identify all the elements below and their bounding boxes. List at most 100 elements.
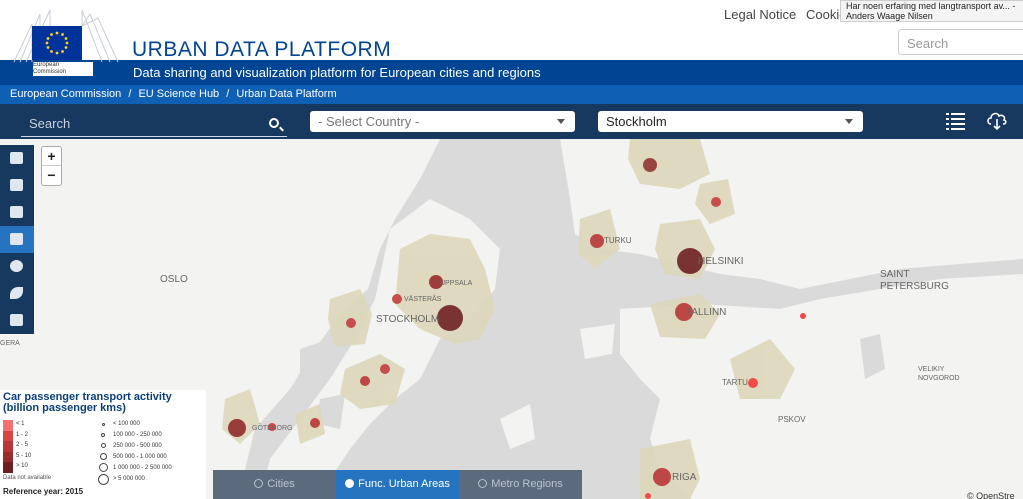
legend-color-swatch (3, 420, 13, 431)
legend-color-swatch (3, 441, 13, 452)
notification-line-1: Har noen erfaring med langtransport av..… (846, 1, 1016, 11)
legend-title: Car passenger transport activity (billio… (3, 391, 172, 414)
map-label-tallinn: TALLINN (686, 307, 726, 318)
tab-cities-label: Cities (267, 478, 295, 490)
legend-color-label: 2 - 5 (16, 442, 29, 448)
sidebar-item-documents[interactable] (0, 172, 34, 199)
city-select-value: Stockholm (606, 114, 667, 129)
country-select[interactable]: - Select Country - (310, 111, 575, 132)
eu-flag-icon (32, 26, 82, 60)
map-toolbar: Search - Select Country - Stockholm (0, 104, 1023, 139)
gear-icon (10, 260, 23, 272)
logo-label: European Commission (33, 62, 93, 76)
document-icon (10, 179, 23, 191)
site-header: European Commission URBAN DATA PLATFORM … (0, 0, 1023, 76)
legend-color-label: < 1 (16, 421, 25, 427)
legend-color-label: 5 - 10 (16, 453, 32, 459)
sidebar-item-economy[interactable] (0, 307, 34, 334)
breadcrumb-separator: / (128, 88, 132, 100)
tab-func-urban-areas-label: Func. Urban Areas (358, 478, 450, 490)
tab-cities[interactable]: Cities (213, 470, 336, 499)
map-label-uppsala: UPPSALA (440, 280, 473, 287)
map-sidebar (0, 145, 34, 334)
map-label-tartu: TARTU (722, 378, 748, 387)
map-label-pskov: PSKOV (778, 415, 806, 424)
legend-size-label: 1 000 000 - 2 500 000 (113, 465, 172, 471)
radio-icon (254, 479, 264, 488)
legend-color-swatch (3, 451, 13, 463)
notification-line-2: Anders Waage Nilsen (846, 11, 933, 21)
truck-icon (10, 233, 23, 245)
sidebar-item-data[interactable] (0, 199, 34, 226)
legend-size-dot (98, 474, 109, 485)
legend-color-swatch (3, 462, 13, 473)
map-label-novgorod: NOVGOROD (918, 375, 960, 382)
chevron-down-icon (557, 119, 565, 124)
breadcrumb: European Commission / EU Science Hub / U… (0, 85, 1023, 104)
breadcrumb-european-commission[interactable]: European Commission (10, 88, 121, 100)
legend-size-dot (101, 433, 105, 437)
legend-size-label: > 5 000 000 (113, 476, 145, 482)
legend-color-label: > 10 (16, 463, 28, 469)
legend-size-dot (102, 423, 105, 426)
search-icon[interactable] (269, 118, 279, 128)
briefcase-icon (10, 314, 23, 326)
leaf-icon (10, 287, 23, 299)
european-commission-logo[interactable]: European Commission (10, 4, 122, 82)
legend-size-label: < 100 000 (113, 421, 140, 427)
legend-size-label: 250 000 - 500 000 (113, 443, 162, 449)
site-subtitle: Data sharing and visualization platform … (133, 65, 541, 80)
city-select[interactable]: Stockholm (598, 111, 863, 132)
sidebar-item-population[interactable] (0, 145, 34, 172)
legend-color-swatch (3, 430, 13, 442)
map-label-vasteras: VÄSTERÅS (404, 294, 442, 303)
site-title[interactable]: URBAN DATA PLATFORM (132, 38, 391, 62)
map-label-saint: SAINT (880, 269, 909, 280)
tab-metro-regions[interactable]: Metro Regions (459, 470, 582, 499)
legend-size-dot (101, 443, 106, 448)
zoom-in-button[interactable]: + (42, 147, 61, 166)
map-label-stockholm: STOCKHOLM (376, 314, 439, 325)
sidebar-item-environment[interactable] (0, 280, 34, 307)
country-select-value: - Select Country - (318, 114, 420, 129)
sidebar-item-transport[interactable] (0, 226, 34, 253)
map-label-oslo: OSLO (160, 274, 188, 285)
legend-reference-year: Reference year: 2015 (3, 487, 84, 496)
tab-func-urban-areas[interactable]: Func. Urban Areas (336, 470, 459, 499)
legal-notice-link[interactable]: Legal Notice (724, 7, 796, 22)
breadcrumb-urban-data-platform[interactable]: Urban Data Platform (236, 88, 336, 100)
map-label-turku: TURKU (604, 236, 632, 245)
map-label-helsinki: HELSINKI (698, 256, 744, 267)
subtitle-bar: Data sharing and visualization platform … (0, 60, 1023, 85)
zoom-control: + − (41, 146, 62, 186)
tab-metro-regions-label: Metro Regions (491, 478, 563, 490)
notification-popup[interactable]: Har noen erfaring med langtransport av..… (840, 0, 1023, 22)
legend-not-available: Data not available (3, 475, 52, 481)
map-label-petersburg: PETERSBURG (880, 281, 949, 292)
legend-size-dot (99, 463, 108, 472)
map-label-velikiy: VELIKIY (918, 366, 945, 373)
zoom-out-button[interactable]: − (42, 166, 61, 185)
cloud-download-icon[interactable] (986, 110, 1008, 132)
legend-color-label: 1 - 2 (16, 432, 29, 438)
radio-icon (478, 479, 488, 488)
database-icon (10, 206, 23, 218)
people-icon (10, 152, 23, 164)
legend-size-dot (100, 453, 107, 460)
map-label-riga: RIGA (672, 472, 697, 483)
site-search-input[interactable]: Search (898, 29, 1023, 55)
legend-color-scale (3, 420, 13, 473)
map-label-gera: GERA (0, 340, 20, 347)
map-legend: Car passenger transport activity (billio… (0, 390, 206, 499)
breadcrumb-eu-science-hub[interactable]: EU Science Hub (138, 88, 219, 100)
map-label-goteborg: GÖTEBORG (252, 424, 292, 432)
map-search-input[interactable]: Search (21, 111, 287, 137)
chevron-down-icon (845, 119, 853, 124)
map-search-placeholder: Search (29, 116, 71, 131)
legend-size-label: 100 000 - 250 000 (113, 432, 162, 438)
radio-selected-icon (345, 479, 355, 488)
list-view-icon[interactable] (946, 112, 966, 130)
sidebar-item-settings[interactable] (0, 253, 34, 280)
area-type-tabs: Cities Func. Urban Areas Metro Regions (213, 470, 582, 499)
map-attribution[interactable]: © OpenStre (967, 491, 1015, 499)
